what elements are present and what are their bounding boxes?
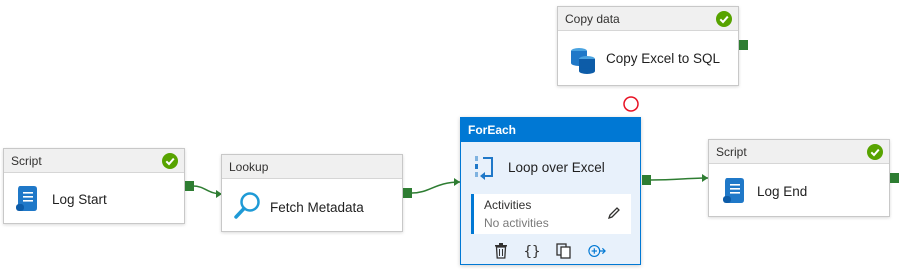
error-indicator-icon — [623, 96, 639, 112]
inner-activities-panel[interactable]: Activities No activities — [471, 194, 631, 234]
activity-copy-excel-to-sql[interactable]: Copy data Copy Excel to SQL — [557, 6, 739, 86]
activity-name: Copy Excel to SQL — [606, 51, 721, 66]
foreach-loop-icon — [475, 156, 493, 180]
lookup-search-icon — [234, 192, 260, 219]
activity-type-label: ForEach — [461, 118, 640, 142]
activity-log-end[interactable]: Script Log End — [708, 139, 890, 217]
code-braces-icon[interactable]: {} — [523, 242, 541, 260]
script-icon — [723, 178, 744, 203]
activities-count: No activities — [484, 216, 549, 230]
database-copy-icon — [571, 48, 595, 74]
svg-text:{}: {} — [524, 244, 541, 260]
output-port-handle[interactable] — [890, 173, 899, 183]
activity-log-start[interactable]: Script Log Start — [3, 148, 185, 224]
activity-name: Log Start — [52, 192, 107, 207]
add-output-icon[interactable] — [588, 242, 606, 260]
success-check-icon — [867, 144, 883, 160]
script-icon — [16, 186, 37, 211]
success-check-icon — [162, 153, 178, 169]
connector-lookup-foreach — [411, 181, 461, 194]
activity-foreach-loop-over-excel[interactable]: ForEach Loop over Excel Activities No ac… — [460, 117, 641, 265]
clone-copy-icon[interactable] — [555, 242, 573, 260]
activity-type-label: Script — [709, 140, 889, 164]
activity-name: Fetch Metadata — [270, 200, 364, 215]
output-port-handle[interactable] — [739, 40, 748, 50]
activity-name: Loop over Excel — [508, 160, 605, 175]
output-port-handle[interactable] — [403, 188, 412, 198]
delete-icon[interactable] — [492, 242, 510, 260]
activity-name: Log End — [757, 184, 808, 199]
success-check-icon — [716, 11, 732, 27]
edit-pencil-icon[interactable] — [607, 206, 621, 220]
activity-type-label: Script — [4, 149, 184, 173]
activities-label: Activities — [484, 198, 532, 212]
output-port-handle[interactable] — [642, 175, 651, 185]
output-port-handle[interactable] — [185, 181, 194, 191]
activity-type-label: Copy data — [558, 7, 738, 31]
connector-foreach-logend — [650, 177, 709, 181]
activity-fetch-metadata[interactable]: Lookup Fetch Metadata — [221, 154, 403, 232]
activity-type-label: Lookup — [222, 155, 402, 179]
